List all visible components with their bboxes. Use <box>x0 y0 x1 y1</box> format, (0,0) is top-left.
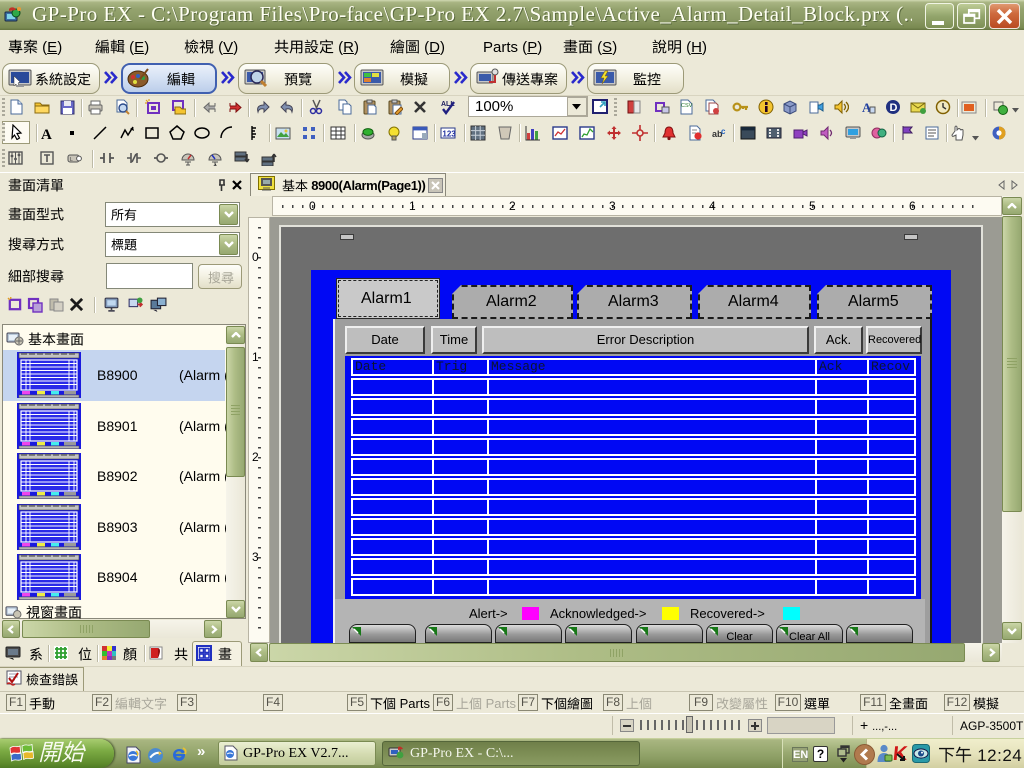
svg-text:D: D <box>890 102 898 114</box>
svg-text:A: A <box>41 127 52 141</box>
svg-text:CSV: CSV <box>681 103 693 109</box>
svg-text:c: c <box>721 127 726 136</box>
svg-text:L: L <box>70 157 73 163</box>
svg-text:123: 123 <box>442 129 456 138</box>
